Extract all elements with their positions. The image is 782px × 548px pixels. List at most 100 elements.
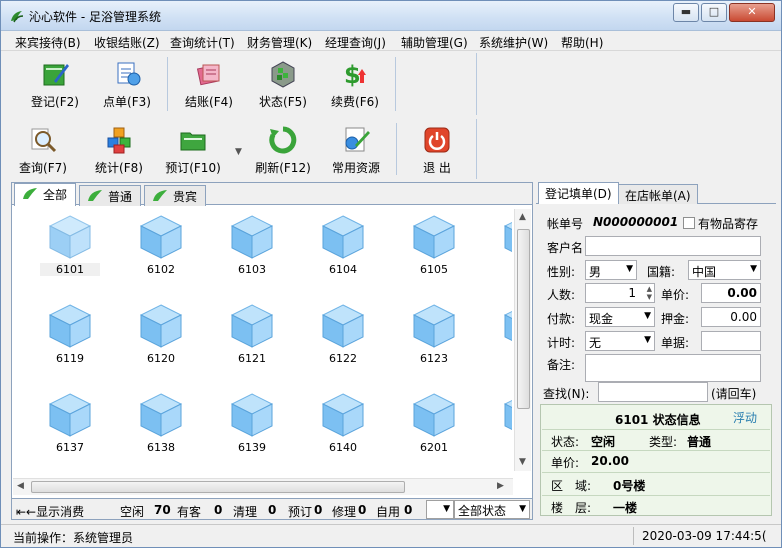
room-tile[interactable]: 6122 — [313, 299, 373, 379]
order-button[interactable]: 点单(F3) — [99, 55, 155, 111]
exit-button[interactable]: 退 出 — [409, 121, 465, 177]
legend-small-dropdown[interactable]: ▼ — [426, 500, 454, 519]
room-cube-icon — [321, 214, 365, 260]
people-stepper[interactable]: 1 ▲ ▼ — [585, 283, 655, 303]
tab-vip[interactable]: 贵宾 — [144, 185, 207, 206]
room-tile[interactable]: 6139 — [222, 388, 282, 468]
leaf-icon — [23, 188, 37, 199]
nationality-select[interactable]: 中国 ▼ — [688, 260, 761, 280]
chevron-down-icon: ▼ — [644, 335, 651, 345]
price-label: 单价: — [661, 288, 690, 302]
stepper-arrows-icon[interactable]: ▲ ▼ — [647, 285, 652, 301]
float-link[interactable]: 浮动 — [733, 409, 757, 426]
minimize-button[interactable]: ▬ — [673, 3, 699, 22]
scroll-down-icon[interactable]: ▼ — [519, 457, 526, 467]
tab-vip-label: 贵宾 — [173, 190, 198, 204]
customer-field[interactable] — [585, 236, 761, 256]
scroll-right-icon[interactable]: ▶ — [497, 481, 504, 491]
timing-select[interactable]: 无 ▼ — [585, 331, 655, 351]
stats-button[interactable]: 统计(F8) — [91, 121, 147, 177]
room-tile[interactable]: 6103 — [222, 210, 282, 290]
close-button[interactable]: ✕ — [729, 3, 775, 22]
room-tile[interactable]: 6 — [495, 388, 512, 468]
tab-in-store-bills[interactable]: 在店帐单(A) — [618, 184, 698, 205]
room-cube-icon — [412, 303, 456, 349]
room-tile[interactable]: 6119 — [40, 299, 100, 379]
scroll-thumb[interactable] — [31, 481, 405, 493]
deposit-items-checkbox[interactable] — [683, 217, 695, 229]
reserve-dropdown-icon[interactable]: ▼ — [235, 147, 242, 157]
minimize-icon: ▬ — [680, 5, 692, 18]
room-tile[interactable]: 6121 — [222, 299, 282, 379]
status-bar: 当前操作：系统管理员 2020-03-09 17:44:5( — [1, 524, 781, 547]
room-tile[interactable]: 6102 — [131, 210, 191, 290]
room-number: 6140 — [329, 441, 357, 454]
menu-query-stats[interactable]: 查询统计(T) — [170, 34, 235, 51]
info-type-value: 普通 — [687, 435, 712, 449]
menu-reception[interactable]: 来宾接待(B) — [15, 34, 81, 51]
menu-checkout[interactable]: 收银结账(Z) — [94, 34, 160, 51]
scroll-up-icon[interactable]: ▲ — [519, 212, 526, 222]
chevron-down-icon: ▼ — [519, 504, 526, 514]
payment-select[interactable]: 现金 ▼ — [585, 307, 655, 327]
room-tile[interactable]: 6123 — [404, 299, 464, 379]
room-tile[interactable]: 6140 — [313, 388, 373, 468]
refresh-button[interactable]: 刷新(F12) — [253, 121, 313, 177]
tab-normal[interactable]: 普通 — [79, 185, 142, 206]
deposit-field[interactable]: 0.00 — [701, 307, 761, 327]
menu-manager-query[interactable]: 经理查询(J) — [325, 34, 386, 51]
room-cube-icon — [321, 303, 365, 349]
chevron-down-icon: ▼ — [644, 311, 651, 321]
room-tile[interactable]: 6105 — [404, 210, 464, 290]
room-horizontal-scrollbar[interactable]: ◀ ▶ — [13, 478, 513, 495]
title-bar: 沁心软件 - 足浴管理系统 ▬ □ ✕ — [1, 1, 781, 31]
show-consumption-toggle[interactable]: ⇤←显示消费 — [16, 503, 84, 520]
room-tile[interactable]: 6101 — [40, 210, 100, 290]
gender-select[interactable]: 男 ▼ — [585, 260, 637, 280]
remark-field[interactable] — [585, 354, 761, 382]
reserve-button[interactable]: 预订(F10) — [161, 121, 225, 177]
room-cube-icon — [412, 392, 456, 438]
room-tile[interactable]: 6 — [495, 210, 512, 290]
room-number: 6103 — [238, 263, 266, 276]
room-number: 6 — [495, 352, 512, 365]
checkout-button[interactable]: 结账(F4) — [181, 55, 237, 111]
legend-reserved-count: 0 — [314, 503, 323, 517]
legend-cleaning-count: 0 — [268, 503, 277, 517]
room-tile[interactable]: 6138 — [131, 388, 191, 468]
search-button[interactable]: 查询(F7) — [15, 121, 71, 177]
room-tile[interactable]: 6 — [495, 299, 512, 379]
renew-icon: $ — [344, 61, 366, 89]
legend-idle-count: 70 — [154, 503, 171, 517]
room-tile[interactable]: 6120 — [131, 299, 191, 379]
status-button[interactable]: 状态(F5) — [255, 55, 311, 111]
find-input[interactable] — [598, 382, 708, 402]
room-number: 6101 — [40, 263, 100, 276]
voucher-field[interactable] — [701, 331, 761, 351]
room-cube-icon — [230, 214, 274, 260]
register-button[interactable]: 登记(F2) — [27, 55, 83, 111]
tab-normal-label: 普通 — [108, 190, 133, 204]
tab-registration-form[interactable]: 登记填单(D) — [538, 182, 619, 205]
scroll-left-icon[interactable]: ◀ — [17, 481, 24, 491]
room-tile[interactable]: 6201 — [404, 388, 464, 468]
resources-button[interactable]: 常用资源 — [325, 121, 387, 177]
room-tile[interactable]: 6104 — [313, 210, 373, 290]
price-field[interactable]: 0.00 — [701, 283, 761, 303]
tab-all[interactable]: 全部 — [14, 183, 77, 206]
legend-selfuse-count: 0 — [404, 503, 413, 517]
room-cube-icon — [48, 303, 92, 349]
bill-no-value: N000000001 — [593, 215, 679, 229]
toolbar-divider — [167, 57, 168, 111]
renew-button[interactable]: $ 续费(F6) — [327, 55, 383, 111]
people-value: 1 — [628, 286, 636, 300]
menu-system-maintenance[interactable]: 系统维护(W) — [479, 34, 548, 51]
room-tile[interactable]: 6137 — [40, 388, 100, 468]
room-vertical-scrollbar[interactable]: ▲ ▼ — [514, 209, 531, 471]
menu-finance[interactable]: 财务管理(K) — [247, 34, 312, 51]
status-filter-select[interactable]: 全部状态 ▼ — [454, 500, 530, 519]
maximize-button[interactable]: □ — [701, 3, 727, 22]
scroll-thumb[interactable] — [517, 229, 530, 409]
menu-help[interactable]: 帮助(H) — [561, 34, 603, 51]
menu-aux-management[interactable]: 辅助管理(G) — [401, 34, 468, 51]
